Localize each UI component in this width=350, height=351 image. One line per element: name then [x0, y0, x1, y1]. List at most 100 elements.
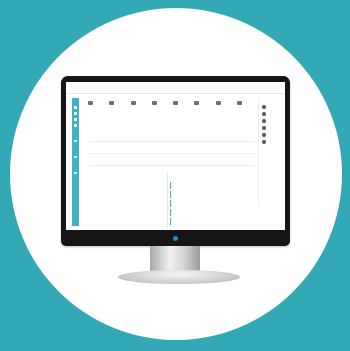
calendar-day[interactable] [97, 224, 108, 230]
calendar-day[interactable] [119, 224, 130, 230]
person-item[interactable] [262, 105, 284, 110]
calendar-day[interactable] [119, 215, 130, 224]
schedule-marker [170, 209, 171, 216]
calendar-day[interactable] [108, 206, 119, 215]
grid-icon [215, 101, 221, 105]
calendar-week [86, 206, 164, 215]
person-item[interactable] [262, 133, 284, 138]
calendar-day[interactable] [153, 215, 164, 224]
avatar [262, 119, 266, 123]
schedule-marker [170, 218, 171, 225]
quick-item-building[interactable] [190, 98, 211, 115]
calendar-day-today[interactable] [119, 206, 130, 215]
calendar-week [86, 224, 164, 230]
calendar-day[interactable] [108, 197, 119, 206]
calendar-day[interactable] [131, 215, 142, 224]
quick-access-bar [84, 98, 254, 115]
quick-item-grid[interactable] [212, 98, 233, 115]
calendar-grid [86, 188, 164, 230]
schedule-item[interactable] [170, 209, 252, 218]
sidebar-icon[interactable] [74, 140, 77, 142]
calendar-day[interactable] [142, 197, 153, 206]
calendar-day[interactable] [131, 197, 142, 206]
schedule-list [170, 182, 252, 227]
document-icon [130, 101, 136, 105]
sidebar-icon[interactable] [74, 172, 77, 174]
schedule-marker [170, 182, 171, 189]
quick-item-calendar[interactable] [105, 98, 126, 115]
calendar-day[interactable] [108, 215, 119, 224]
schedule-marker [170, 191, 171, 198]
monitor [61, 76, 290, 246]
calendar-day[interactable] [86, 215, 97, 224]
calendar-day[interactable] [153, 197, 164, 206]
calendar-day[interactable] [86, 197, 97, 206]
avatar [262, 140, 266, 144]
calendar-day[interactable] [108, 224, 119, 230]
calendar-day[interactable] [108, 188, 119, 197]
notice-list [90, 130, 254, 166]
calendar-week [86, 197, 164, 206]
list-item[interactable] [90, 142, 254, 154]
quick-item-document[interactable] [127, 98, 148, 115]
calendar-day[interactable] [97, 215, 108, 224]
calendar-week [86, 188, 164, 197]
calendar-day[interactable] [131, 206, 142, 215]
schedule-item[interactable] [170, 182, 252, 191]
calendar-day[interactable] [131, 224, 142, 230]
calendar-day[interactable] [153, 188, 164, 197]
calendar-day[interactable] [131, 188, 142, 197]
schedule-marker [170, 200, 171, 207]
sidebar-icon[interactable] [74, 156, 77, 158]
calendar-day[interactable] [142, 215, 153, 224]
list-item[interactable] [90, 154, 254, 166]
schedule-item[interactable] [170, 191, 252, 200]
avatar [262, 126, 266, 130]
calendar-day[interactable] [153, 206, 164, 215]
calendar-day[interactable] [153, 224, 164, 230]
quick-item-clock[interactable] [148, 98, 169, 115]
divider [167, 172, 168, 228]
calendar-day[interactable] [86, 188, 97, 197]
building-icon [194, 101, 200, 105]
calendar-day[interactable] [119, 197, 130, 206]
schedule-item[interactable] [170, 200, 252, 209]
people-panel [258, 98, 284, 206]
avatar [262, 105, 266, 109]
calendar-day[interactable] [97, 188, 108, 197]
screen [66, 82, 285, 230]
chart-icon [173, 101, 178, 105]
sidebar-item[interactable] [74, 124, 77, 127]
list-item[interactable] [90, 130, 254, 142]
sidebar-item[interactable] [74, 112, 77, 115]
quick-item-people[interactable] [233, 98, 254, 115]
calendar-day[interactable] [97, 206, 108, 215]
schedule-item[interactable] [170, 218, 252, 227]
calendar-day[interactable] [142, 206, 153, 215]
top-bar [66, 82, 285, 94]
power-led [173, 236, 178, 241]
people-icon [236, 101, 242, 105]
person-item[interactable] [262, 119, 284, 124]
sidebar-item[interactable] [74, 106, 77, 109]
calendar-day[interactable] [119, 188, 130, 197]
avatar [262, 112, 266, 116]
calendar-day[interactable] [142, 224, 153, 230]
quick-item-chart[interactable] [169, 98, 190, 115]
clock-icon [151, 101, 157, 105]
calendar-week [86, 215, 164, 224]
monitor-stand-base [118, 270, 240, 284]
sidebar-item[interactable] [74, 118, 77, 121]
calendar-day[interactable] [86, 206, 97, 215]
calendar-day[interactable] [142, 188, 153, 197]
person-item[interactable] [262, 140, 284, 145]
calendar-icon [109, 101, 115, 105]
mail-icon [88, 101, 93, 105]
avatar [262, 133, 266, 137]
sidebar [72, 98, 79, 226]
person-item[interactable] [262, 126, 284, 131]
quick-item-mail[interactable] [84, 98, 105, 115]
calendar-day[interactable] [97, 197, 108, 206]
person-item[interactable] [262, 112, 284, 117]
calendar-day[interactable] [86, 224, 97, 230]
